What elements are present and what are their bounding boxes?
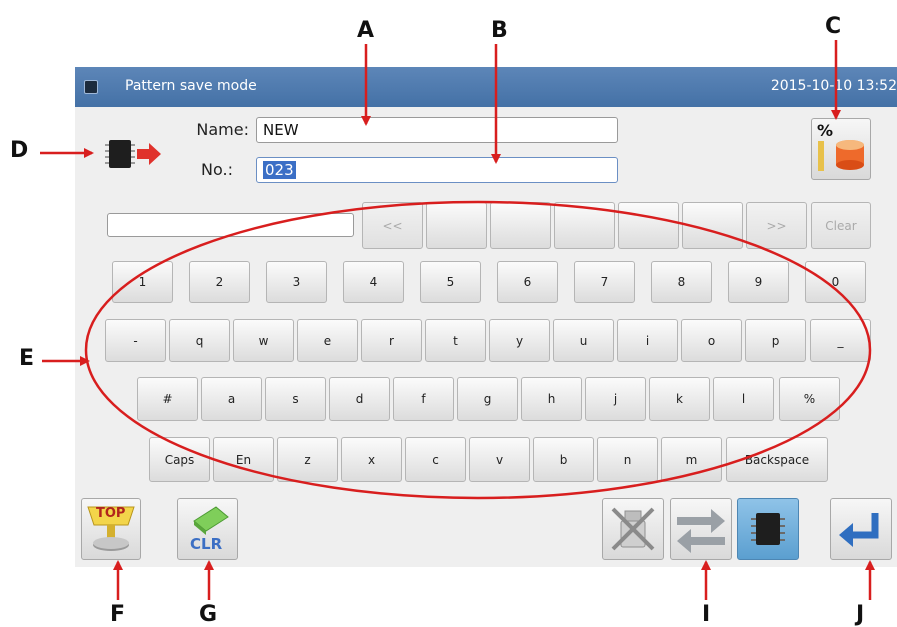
keyboard-highlight-ellipse <box>84 200 872 500</box>
annotation-overlay <box>40 40 875 600</box>
